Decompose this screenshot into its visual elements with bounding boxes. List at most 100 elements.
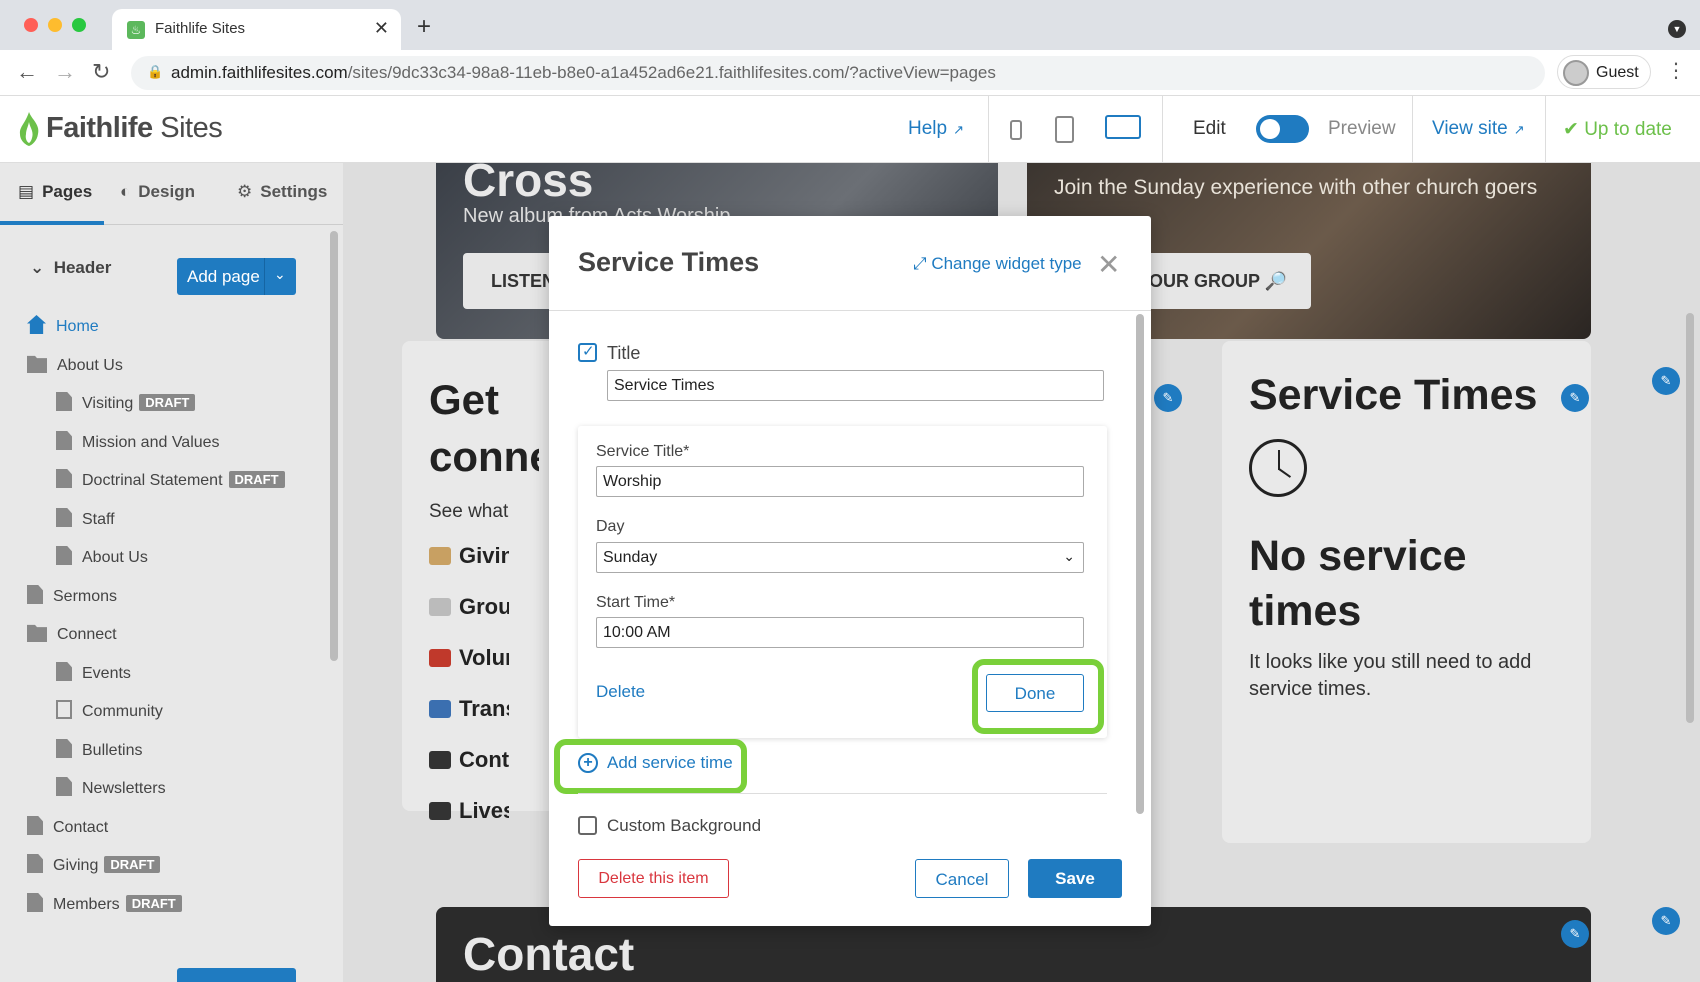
- delete-item-button[interactable]: Delete this item: [578, 859, 729, 898]
- page-icon: [56, 508, 72, 527]
- sidebar-item-newsletters[interactable]: Newsletters: [56, 777, 166, 801]
- edit-preview-toggle[interactable]: [1256, 115, 1309, 143]
- card-title: Get connected: [429, 376, 539, 480]
- listen-button[interactable]: LISTEN: [463, 253, 563, 309]
- page-icon: [56, 777, 72, 796]
- save-button[interactable]: Save: [1028, 859, 1122, 898]
- sidebar-scrollbar[interactable]: [330, 231, 338, 661]
- tablet-view-icon[interactable]: [1055, 116, 1074, 143]
- address-bar[interactable]: 🔒 admin.faithlifesites.com/sites/9dc33c3…: [131, 56, 1545, 90]
- sidebar-item-sermons[interactable]: Sermons: [27, 585, 117, 609]
- header-section-toggle[interactable]: ⌄ Header: [30, 258, 111, 278]
- card-link-row[interactable]: Transport: [429, 696, 509, 722]
- more-menu-icon[interactable]: ⋮: [1666, 58, 1686, 83]
- sidebar-item-label: Doctrinal Statement: [82, 472, 223, 489]
- sidebar-item-giving[interactable]: Giving DRAFT: [27, 854, 161, 878]
- sidebar-item-community[interactable]: Community: [56, 700, 163, 724]
- sidebar-item-contact[interactable]: Contact: [27, 816, 108, 840]
- start-time-input[interactable]: 10:00 AM: [596, 617, 1084, 648]
- profile-label: Guest: [1596, 64, 1639, 81]
- sidebar-item-doctrinal-statement[interactable]: Doctrinal Statement DRAFT: [56, 469, 285, 493]
- forward-arrow-icon[interactable]: →: [54, 59, 76, 85]
- sidebar-item-about-us[interactable]: About Us: [27, 354, 123, 378]
- folder-icon: [27, 624, 47, 642]
- cancel-button[interactable]: Cancel: [915, 859, 1009, 898]
- canvas-scrollbar[interactable]: [1686, 313, 1694, 723]
- tab-settings[interactable]: ⚙ Settings: [237, 182, 327, 202]
- sidebar-item-label: Newsletters: [82, 780, 166, 797]
- page-icon: [27, 816, 43, 835]
- sidebar-item-label: Home: [56, 318, 99, 335]
- url-text[interactable]: admin.faithlifesites.com/sites/9dc33c34-…: [171, 63, 996, 83]
- new-tab-icon[interactable]: +: [417, 13, 431, 41]
- mobile-view-icon[interactable]: [1010, 120, 1022, 140]
- card-link-row[interactable]: Groups: [429, 594, 509, 620]
- day-select[interactable]: Sunday ⌄: [596, 542, 1084, 573]
- sidebar-item-members[interactable]: Members DRAFT: [27, 893, 182, 917]
- card-link-row[interactable]: Livestream: [429, 798, 509, 824]
- browser-tab[interactable]: ♨ Faithlife Sites ✕: [112, 9, 401, 50]
- edit-pencil-icon[interactable]: ✎: [1154, 384, 1182, 412]
- add-page-button-bottom[interactable]: [177, 968, 296, 982]
- edit-pencil-icon[interactable]: ✎: [1561, 920, 1589, 948]
- delete-service-time-link[interactable]: Delete: [596, 682, 645, 702]
- sidebar-item-about-us[interactable]: About Us: [56, 546, 148, 570]
- close-window-button[interactable]: [24, 18, 38, 32]
- sidebar-item-visiting[interactable]: Visiting DRAFT: [56, 392, 196, 416]
- view-site-link[interactable]: View site ↗: [1432, 118, 1525, 140]
- help-link[interactable]: Help ↗: [908, 118, 964, 140]
- check-circle-icon: ✔: [1563, 119, 1585, 140]
- card-link-row[interactable]: Contact: [429, 747, 509, 773]
- done-button[interactable]: Done: [986, 674, 1084, 712]
- sidebar-item-mission-and-values[interactable]: Mission and Values: [56, 431, 220, 455]
- tab-pages[interactable]: ▤ Pages: [18, 182, 92, 202]
- dialog-title: Service Times: [578, 247, 760, 277]
- browser-toolbar: ← → ↻ 🔒 admin.faithlifesites.com/sites/9…: [0, 50, 1700, 96]
- emoji-icon: [429, 547, 451, 565]
- plus-circle-icon[interactable]: +: [578, 753, 598, 773]
- title-checkbox[interactable]: [578, 342, 597, 362]
- profile-button[interactable]: Guest: [1557, 55, 1651, 89]
- add-service-time-link[interactable]: Add service time: [607, 753, 733, 773]
- back-arrow-icon[interactable]: ←: [16, 59, 38, 85]
- close-icon[interactable]: ✕: [1097, 248, 1120, 281]
- service-title-label: Service Title*: [596, 443, 690, 460]
- maximize-window-button[interactable]: [72, 18, 86, 32]
- day-select-value: Sunday: [603, 549, 658, 566]
- minimize-window-button[interactable]: [48, 18, 62, 32]
- add-page-button[interactable]: Add page ⌄: [177, 258, 296, 295]
- service-title-input[interactable]: Worship: [596, 466, 1084, 497]
- sidebar-item-home[interactable]: Home: [27, 315, 99, 339]
- logo-text[interactable]: Faithlife Sites: [46, 112, 223, 145]
- sidebar-item-staff[interactable]: Staff: [56, 508, 115, 532]
- divider: [1412, 96, 1413, 163]
- reload-icon[interactable]: ↻: [92, 59, 110, 85]
- change-widget-type-link[interactable]: ⤢ Change widget type: [913, 254, 1082, 274]
- pages-sidebar: ▤ Pages ◐ Design ⚙ Settings ⌄ Header Add pa…: [0, 163, 343, 982]
- page-icon: [56, 662, 72, 681]
- clock-icon: [1249, 439, 1307, 497]
- chevron-down-icon[interactable]: ⌄: [274, 266, 286, 283]
- dialog-scrollbar[interactable]: [1136, 314, 1144, 814]
- desktop-view-icon[interactable]: [1105, 115, 1141, 139]
- card-link-label: Volunteer: [459, 645, 509, 670]
- edit-pencil-icon[interactable]: ✎: [1652, 367, 1680, 395]
- card-link-row[interactable]: Volunteer: [429, 645, 509, 671]
- close-tab-icon[interactable]: ✕: [374, 18, 389, 39]
- sidebar-item-label: Events: [82, 665, 131, 682]
- edit-pencil-icon[interactable]: ✎: [1652, 907, 1680, 935]
- card-subtitle: See what: [429, 501, 509, 522]
- tab-design[interactable]: ◐ Design: [120, 182, 195, 202]
- page-icon: [56, 392, 72, 411]
- service-times-card[interactable]: Service Times No service times It looks …: [1222, 341, 1591, 843]
- sidebar-item-connect[interactable]: Connect: [27, 623, 117, 647]
- sidebar-item-label: About Us: [57, 357, 123, 374]
- sidebar-item-bulletins[interactable]: Bulletins: [56, 739, 142, 763]
- sidebar-item-events[interactable]: Events: [56, 662, 131, 686]
- divider: [988, 96, 989, 163]
- title-input[interactable]: Service Times: [607, 370, 1104, 401]
- custom-background-checkbox[interactable]: [578, 816, 597, 835]
- card-link-row[interactable]: Giving: [429, 543, 509, 569]
- tab-search-icon[interactable]: ▼: [1668, 20, 1686, 38]
- edit-pencil-icon[interactable]: ✎: [1561, 384, 1589, 412]
